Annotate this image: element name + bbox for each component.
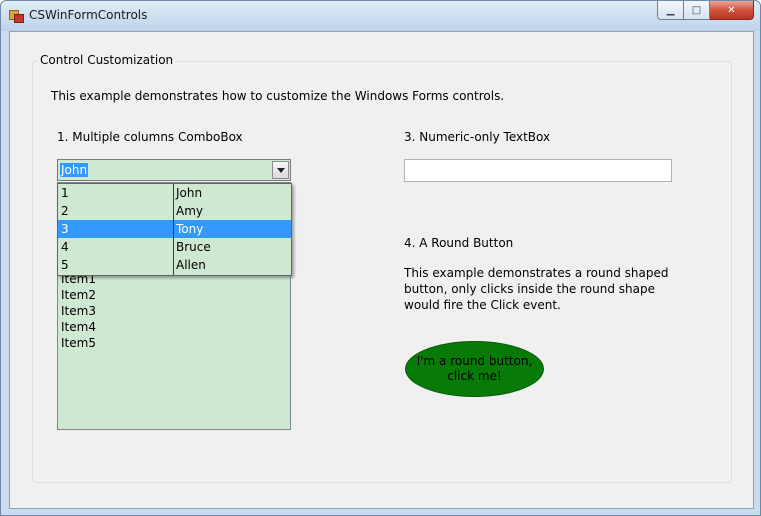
app-icon[interactable] <box>9 8 24 23</box>
combobox-dropdown[interactable]: 1 John 2 Amy 3 Tony 4 Bruce 5 Allen <box>57 183 292 276</box>
form-client-area: Control Customization This example demon… <box>9 31 754 509</box>
dropdown-name-cell: Bruce <box>176 240 211 254</box>
combobox-selected-text: John <box>60 163 89 177</box>
dropdown-id-cell: 3 <box>61 222 69 236</box>
round-button[interactable]: I'm a round button, click me! <box>405 341 544 397</box>
groupbox-title: Control Customization <box>37 53 177 67</box>
dropdown-name-cell: Allen <box>176 258 206 272</box>
round-button-description: This example demonstrates a round shaped… <box>404 266 669 312</box>
maximize-button[interactable]: □ <box>684 1 710 20</box>
column-separator <box>173 184 174 275</box>
combobox-section-label: 1. Multiple columns ComboBox <box>57 130 243 144</box>
dropdown-name-cell: Amy <box>176 204 203 218</box>
minimize-button[interactable]: ▁ <box>657 1 684 20</box>
dropdown-row-selected[interactable]: 3 Tony <box>58 220 291 238</box>
dropdown-row[interactable]: 5 Allen <box>58 256 291 274</box>
combobox-text[interactable]: John <box>60 162 272 178</box>
numeric-textbox-label: 3. Numeric-only TextBox <box>404 130 551 144</box>
intro-text: This example demonstrates how to customi… <box>51 89 505 103</box>
window-controls: ▁ □ ✕ <box>657 1 754 21</box>
dropdown-id-cell: 2 <box>61 204 69 218</box>
window-title: CSWinFormControls <box>29 8 148 22</box>
close-button[interactable]: ✕ <box>710 1 754 20</box>
dropdown-row[interactable]: 4 Bruce <box>58 238 291 256</box>
round-button-label: 4. A Round Button <box>404 236 514 250</box>
dropdown-id-cell: 4 <box>61 240 69 254</box>
list-item[interactable]: Item3 <box>61 303 96 319</box>
dropdown-id-cell: 5 <box>61 258 69 272</box>
dropdown-id-cell: 1 <box>61 186 69 200</box>
dropdown-name-cell: Tony <box>176 222 204 236</box>
list-item[interactable]: Item2 <box>61 287 96 303</box>
numeric-only-textbox[interactable] <box>404 159 672 182</box>
dropdown-row[interactable]: 1 John <box>58 184 291 202</box>
app-window: CSWinFormControls ▁ □ ✕ Control Customiz… <box>0 0 761 516</box>
multi-column-combobox[interactable]: John <box>57 159 291 181</box>
dropdown-arrow-icon[interactable] <box>272 161 289 179</box>
title-bar[interactable]: CSWinFormControls ▁ □ ✕ <box>1 1 760 31</box>
dropdown-row[interactable]: 2 Amy <box>58 202 291 220</box>
list-item[interactable]: Item4 <box>61 319 96 335</box>
list-item[interactable]: Item5 <box>61 335 96 351</box>
dropdown-name-cell: John <box>176 186 203 200</box>
